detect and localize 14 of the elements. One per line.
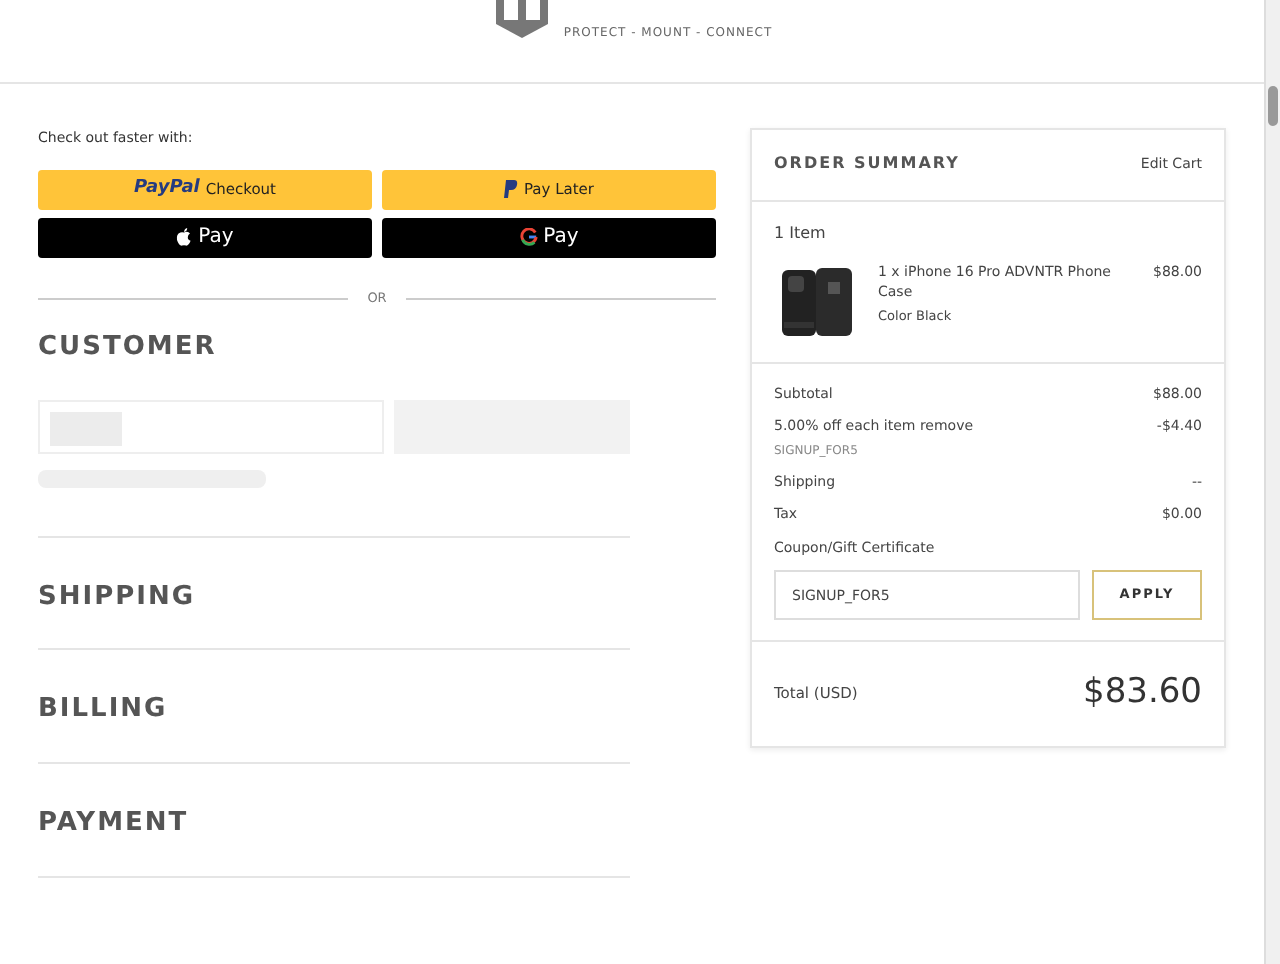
item-count: 1 Item <box>774 221 828 245</box>
shield-logo-icon <box>491 0 552 40</box>
section-heading: BILLING <box>38 694 170 727</box>
apple-icon <box>176 228 193 246</box>
google-pay-button[interactable]: Pay <box>382 217 716 257</box>
total-amount: $83.60 <box>1083 670 1202 716</box>
paypal-p-icon <box>503 180 518 198</box>
section-heading: CUSTOMER <box>38 332 219 364</box>
apple-pay-button[interactable]: Pay <box>38 217 372 257</box>
section-heading: PAYMENT <box>38 808 191 840</box>
scrollbar-thumb[interactable] <box>1268 86 1278 126</box>
section-heading: SHIPPING <box>38 581 198 613</box>
google-g-icon <box>519 228 538 246</box>
summary-heading: ORDER SUMMARY <box>774 154 960 175</box>
